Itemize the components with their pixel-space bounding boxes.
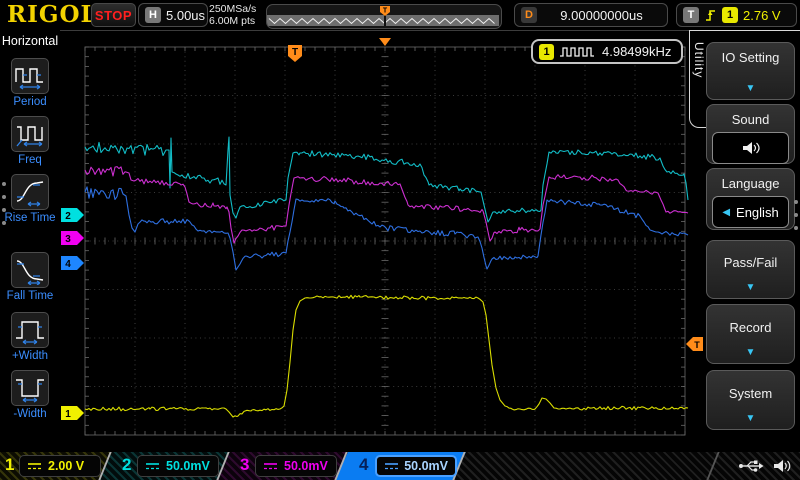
channel1-number[interactable]: 1 [5, 455, 14, 475]
dc-coupling-icon [146, 463, 159, 470]
rising-edge-icon [706, 9, 715, 21]
menu-item-period[interactable]: Period [0, 58, 60, 108]
waveform-preview-strip[interactable]: T [266, 4, 502, 29]
language-value: English [736, 204, 779, 220]
trigger-source-badge: 1 [722, 7, 738, 23]
channel2-number[interactable]: 2 [122, 455, 131, 475]
run-state-button[interactable]: STOP [91, 3, 136, 27]
left-menu-title: Horizontal [1, 34, 59, 48]
menu-item-minus-width[interactable]: -Width [0, 370, 60, 420]
delay-box[interactable]: D 9.00000000us [514, 3, 668, 27]
memory-depth: 6.00M pts [209, 15, 256, 27]
right-page-dots [794, 200, 798, 239]
usb-device-icon [739, 460, 764, 472]
horizontal-label: H [145, 7, 161, 23]
channel3-number[interactable]: 3 [240, 455, 249, 475]
svg-text:4: 4 [65, 259, 71, 270]
fall-time-icon [16, 260, 44, 285]
dc-coupling-icon [385, 463, 398, 470]
sample-rate: 250MSa/s [209, 3, 257, 15]
svg-text:T: T [694, 340, 700, 350]
left-measure-menu: Horizontal Period Freq Rise Time Fall Ti… [0, 30, 60, 452]
menu-item-rise-time[interactable]: Rise Time [0, 174, 60, 224]
menu-item-fall-time[interactable]: Fall Time [0, 252, 60, 302]
channel-status-bar: 1 2.00 V 2 50.0mV 3 50.0mV 4 50.0mV [0, 452, 800, 480]
speaker-icon [742, 142, 760, 154]
scope-graticule-and-traces: 2 3 4 1 T T [61, 38, 703, 436]
menu-button-io-setting[interactable]: IO Setting ▼ [706, 42, 795, 100]
sound-toggle[interactable] [712, 132, 789, 164]
trigger-box[interactable]: T 1 2.76 V [676, 3, 797, 27]
menu-button-record[interactable]: Record ▼ [706, 304, 795, 364]
status-icons [738, 458, 791, 474]
frequency-counter-badge: 1 4.98499kHz [531, 39, 683, 64]
rise-time-icon [16, 181, 44, 207]
rigol-logo: RIGOL [7, 1, 98, 28]
left-page-dots [2, 182, 6, 234]
square-wave-icon [560, 47, 594, 57]
menu-item-plus-width[interactable]: +Width [0, 312, 60, 362]
utility-tab-label: Utility [692, 42, 706, 79]
delay-label: D [521, 7, 537, 23]
freq-icon [16, 126, 43, 147]
trigger-level-value: 2.76 V [743, 7, 781, 23]
oscilloscope-screen: RIGOL STOP H 5.00us 250MSa/s 6.00M pts T… [0, 0, 800, 480]
menu-button-language[interactable]: Language ◀ English [706, 168, 795, 230]
top-status-bar: RIGOL STOP H 5.00us 250MSa/s 6.00M pts T… [0, 0, 800, 31]
chevron-left-icon: ◀ [722, 206, 731, 218]
menu-item-freq[interactable]: Freq [0, 116, 60, 166]
channel2-scale-box[interactable]: 50.0mV [137, 455, 219, 477]
svg-text:T: T [292, 47, 298, 58]
menu-button-sound[interactable]: Sound [706, 104, 795, 164]
channel4-scale-box[interactable]: 50.0mV [375, 455, 457, 477]
chevron-down-icon: ▼ [745, 83, 756, 94]
plus-width-icon [16, 321, 44, 345]
horizontal-timebase-box[interactable]: H 5.00us [138, 3, 208, 27]
period-icon [15, 68, 43, 90]
freq-counter-value: 4.98499kHz [602, 44, 672, 59]
menu-button-system[interactable]: System ▼ [706, 370, 795, 430]
dc-coupling-icon [28, 463, 41, 470]
svg-text:1: 1 [65, 409, 71, 420]
speaker-icon [774, 460, 791, 472]
chevron-down-icon: ▼ [745, 282, 756, 293]
channel3-scale-box[interactable]: 50.0mV [255, 455, 337, 477]
acquisition-info: 250MSa/s 6.00M pts [209, 3, 256, 27]
svg-text:2: 2 [65, 211, 71, 222]
minus-width-icon [16, 379, 44, 403]
chevron-down-icon: ▼ [745, 347, 756, 358]
chevron-down-icon: ▼ [745, 413, 756, 424]
language-selector[interactable]: ◀ English [712, 196, 789, 228]
freq-counter-channel: 1 [539, 43, 554, 60]
timebase-value: 5.00us [166, 7, 206, 23]
svg-text:3: 3 [65, 234, 71, 245]
svg-text:T: T [383, 8, 388, 15]
trigger-label: T [683, 7, 699, 23]
delay-value: 9.00000000us [560, 7, 643, 23]
channel1-scale-box[interactable]: 2.00 V [19, 455, 101, 477]
preview-waveform: T [267, 6, 499, 26]
channel4-number[interactable]: 4 [359, 455, 368, 475]
dc-coupling-icon [264, 463, 277, 470]
menu-button-pass-fail[interactable]: Pass/Fail ▼ [706, 240, 795, 299]
